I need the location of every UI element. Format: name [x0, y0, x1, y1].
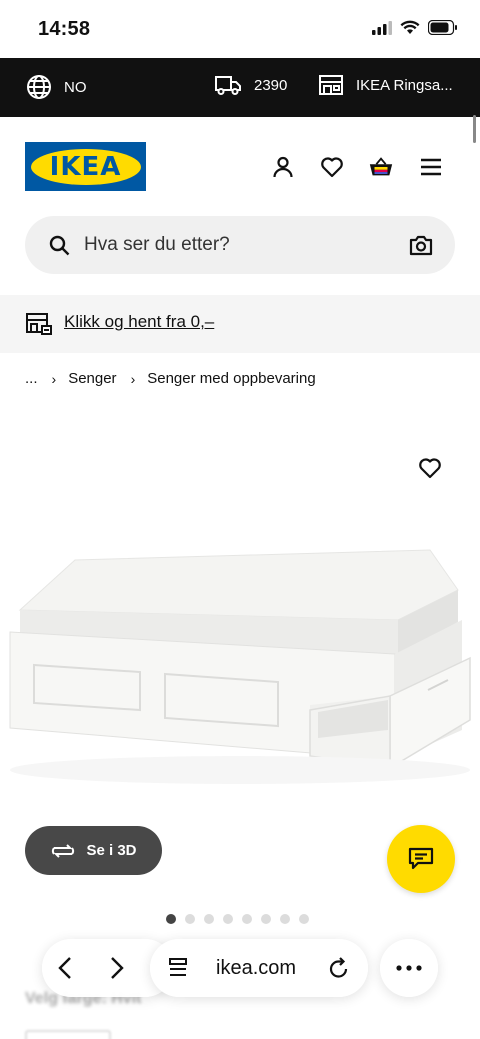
- language-selector[interactable]: NO: [26, 74, 87, 100]
- reload-icon[interactable]: [328, 956, 350, 980]
- chevron-right-icon: ›: [51, 370, 57, 387]
- forward-icon[interactable]: [110, 956, 124, 980]
- signal-icon: [372, 20, 392, 35]
- back-icon[interactable]: [58, 956, 72, 980]
- battery-icon: [428, 20, 457, 35]
- wifi-icon: [400, 20, 420, 34]
- carousel-dot[interactable]: [299, 914, 309, 924]
- address-bar[interactable]: ikea.com: [150, 939, 368, 997]
- view-in-3d-button[interactable]: Se i 3D: [25, 826, 162, 875]
- rotate-3d-icon: [52, 843, 75, 858]
- postcode-selector[interactable]: 2390: [214, 74, 287, 96]
- logo-text: IKEA: [49, 151, 122, 182]
- menu-icon[interactable]: [418, 154, 444, 180]
- language-label: NO: [64, 78, 87, 96]
- image-carousel-dots: [166, 914, 309, 924]
- postcode-label: 2390: [254, 76, 288, 94]
- click-collect-banner[interactable]: Klikk og hent fra 0,–: [0, 295, 480, 353]
- account-icon[interactable]: [270, 154, 296, 180]
- breadcrumb: ... › Senger › Senger med oppbevaring: [25, 370, 316, 387]
- breadcrumb-item-senger[interactable]: Senger: [68, 370, 116, 387]
- basket-icon[interactable]: [368, 154, 394, 180]
- carousel-dot[interactable]: [185, 914, 195, 924]
- carousel-dot[interactable]: [261, 914, 271, 924]
- carousel-dot[interactable]: [280, 914, 290, 924]
- truck-icon: [215, 76, 241, 95]
- search-input[interactable]: Hva ser du etter?: [84, 234, 230, 256]
- click-collect-icon: [26, 313, 52, 335]
- status-icons: [372, 20, 458, 35]
- carousel-dot[interactable]: [223, 914, 233, 924]
- carousel-dot[interactable]: [166, 914, 176, 924]
- search-icon: [49, 235, 70, 256]
- breadcrumb-item-senger-med-oppbevaring[interactable]: Senger med oppbevaring: [147, 370, 315, 387]
- page-menu-icon[interactable]: [168, 957, 188, 979]
- breadcrumb-ellipsis[interactable]: ...: [25, 370, 38, 387]
- more-icon: [396, 965, 422, 971]
- camera-icon[interactable]: [409, 235, 433, 256]
- wishlist-icon[interactable]: [319, 154, 345, 180]
- url-text[interactable]: ikea.com: [216, 957, 296, 980]
- search-bar[interactable]: Hva ser du etter?: [25, 216, 455, 274]
- chevron-right-icon: ›: [130, 370, 136, 387]
- carousel-dot[interactable]: [204, 914, 214, 924]
- status-time: 14:58: [38, 18, 91, 40]
- store-label: IKEA Ringsa...: [356, 76, 453, 94]
- favorite-icon[interactable]: [418, 457, 442, 484]
- more-options-button[interactable]: [380, 939, 438, 997]
- status-bar: 14:58: [0, 0, 480, 58]
- chat-icon: [408, 847, 434, 870]
- site-header: IKEA: [0, 117, 480, 215]
- globe-icon: [27, 75, 51, 99]
- click-collect-link[interactable]: Klikk og hent fra 0,–: [64, 312, 214, 332]
- chat-button[interactable]: [387, 825, 455, 893]
- store-icon: [319, 75, 343, 95]
- ikea-logo[interactable]: IKEA: [25, 142, 146, 191]
- carousel-dot[interactable]: [242, 914, 252, 924]
- view-in-3d-label: Se i 3D: [86, 842, 137, 859]
- color-option[interactable]: [25, 1030, 111, 1039]
- store-selector[interactable]: IKEA Ringsa...: [318, 74, 453, 96]
- top-bar: NO 2390 IKEA Ringsa...: [0, 58, 480, 117]
- logo-oval: IKEA: [30, 148, 141, 185]
